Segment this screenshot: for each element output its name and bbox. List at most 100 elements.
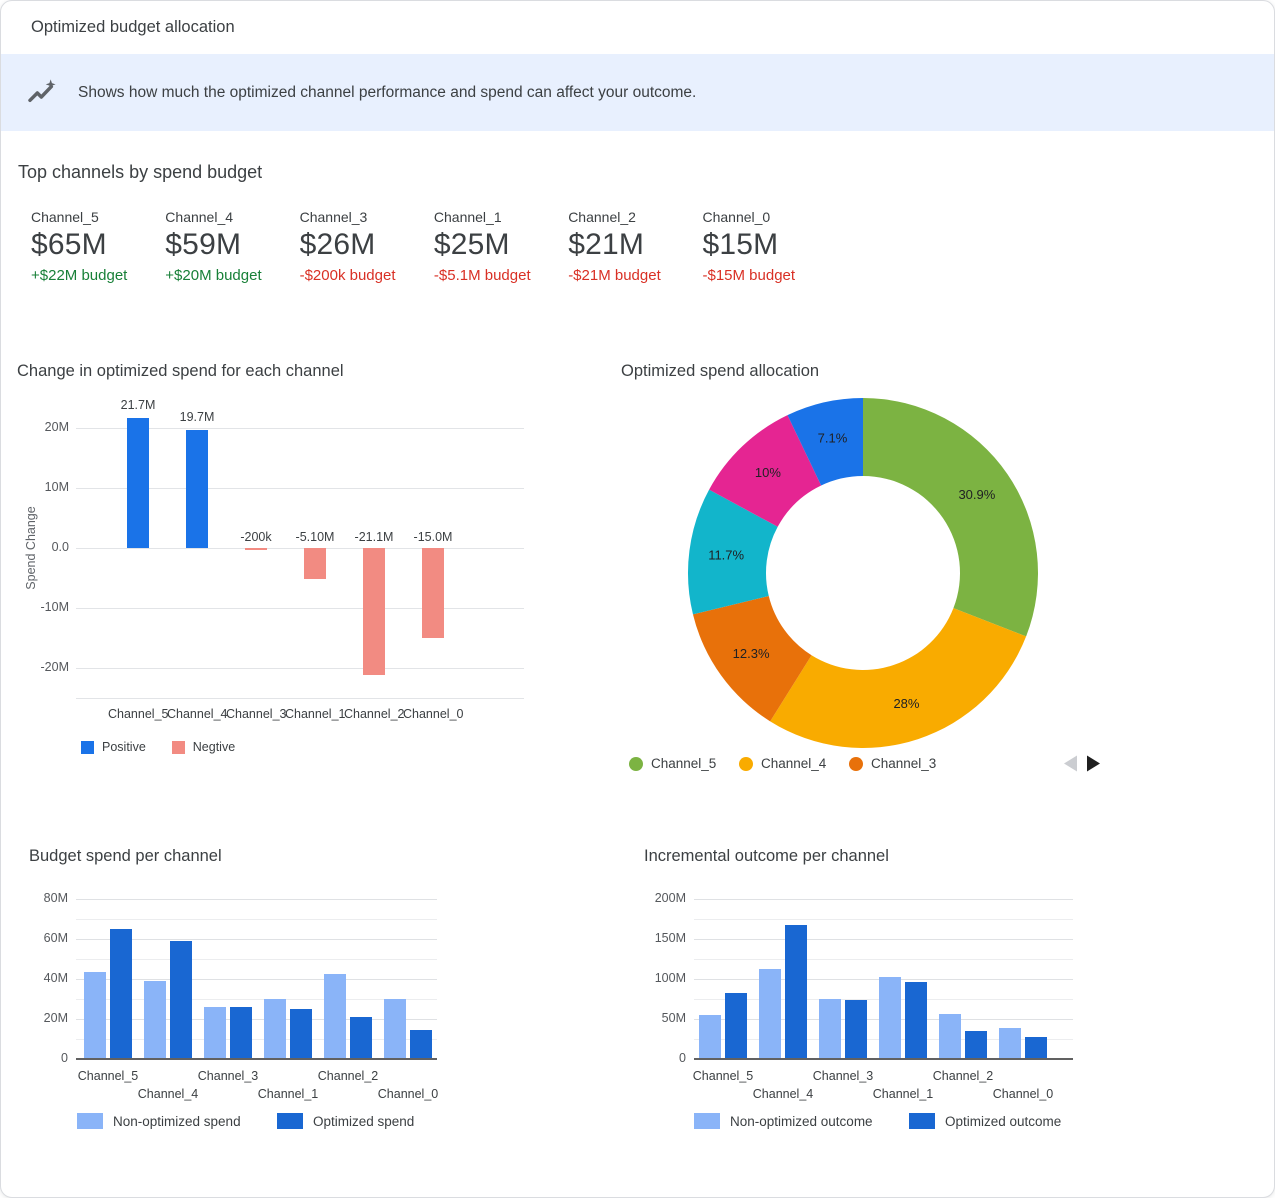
legend-item-channel_4: Channel_4 — [739, 756, 849, 771]
bar-Channel_5-optimized — [725, 993, 747, 1059]
legend-item-positive: Positive — [81, 740, 146, 754]
channel-value: $65M — [31, 228, 165, 262]
gridline — [694, 959, 1073, 960]
donut-slice-Channel_5 — [863, 398, 1038, 636]
bar-Channel_3 — [245, 548, 267, 550]
donut-legend-next-button[interactable] — [1084, 755, 1102, 772]
donut-legend: Channel_5 Channel_4 Channel_3 — [629, 756, 959, 771]
bar-value-label: 19.7M — [167, 410, 227, 424]
bar-Channel_4-non-optimized — [759, 969, 781, 1059]
bar-Channel_5-non-optimized — [84, 972, 106, 1059]
bar-Channel_3-non-optimized — [204, 1007, 226, 1059]
channel-card: Channel_1 $25M -$5.1M budget — [434, 209, 568, 284]
channel-budget-delta: -$15M budget — [702, 267, 836, 284]
legend-label: Optimized outcome — [945, 1114, 1061, 1129]
x-tick-label: Channel_3 — [226, 707, 286, 721]
legend-item-negtive: Negtive — [172, 740, 235, 754]
y-axis-title: Spend Change — [24, 488, 38, 608]
gridline — [76, 899, 437, 900]
legend-swatch — [694, 1113, 720, 1129]
bar-Channel_0-non-optimized — [384, 999, 406, 1059]
bar-Channel_1 — [304, 548, 326, 579]
gridline — [76, 698, 524, 699]
bar-Channel_3-optimized — [230, 1007, 252, 1059]
budget-spend-chart: Budget spend per channel 0 20M 40M 60M 80M Ch… — [17, 841, 562, 1141]
donut-slice-label: 7.1% — [818, 430, 848, 445]
chart-title: Budget spend per channel — [29, 847, 222, 866]
x-tick-label: Channel_2 — [344, 707, 404, 721]
gridline — [76, 548, 524, 549]
y-tick-label: 40M — [22, 971, 68, 985]
y-tick-label: 200M — [640, 891, 686, 905]
gridline — [76, 919, 437, 920]
x-tick-label: Channel_1 — [863, 1087, 943, 1101]
x-tick-label: Channel_5 — [68, 1069, 148, 1083]
y-tick-label: 0 — [22, 1051, 68, 1065]
y-tick-label: 150M — [640, 931, 686, 945]
insights-icon — [26, 77, 58, 109]
legend-swatch — [909, 1113, 935, 1129]
legend-label: Channel_3 — [871, 756, 936, 771]
x-tick-label: Channel_0 — [983, 1087, 1063, 1101]
bar-value-label: -200k — [226, 530, 286, 544]
bar-Channel_5 — [127, 418, 149, 548]
y-tick-label: 60M — [22, 931, 68, 945]
gridline — [694, 899, 1073, 900]
legend-label: Negtive — [193, 740, 235, 754]
bar-Channel_0-non-optimized — [999, 1028, 1021, 1059]
legend-dot — [629, 757, 643, 771]
top-channels-row: Channel_5$65M+$22M budgetChannel_4$59M+$… — [31, 209, 837, 284]
x-tick-label: Channel_1 — [248, 1087, 328, 1101]
legend-label: Channel_4 — [761, 756, 826, 771]
legend-item-non-optimized: Non-optimized outcome — [694, 1113, 873, 1129]
chart-title: Incremental outcome per channel — [644, 847, 889, 866]
y-tick-label: 20M — [21, 420, 69, 434]
y-tick-label: 50M — [640, 1011, 686, 1025]
legend-item-channel_5: Channel_5 — [629, 756, 739, 771]
channel-card: Channel_4$59M+$20M budget — [165, 209, 299, 284]
channel-name: Channel_1 — [434, 209, 568, 225]
channel-budget-delta: -$200k budget — [300, 267, 434, 284]
bar-Channel_3-non-optimized — [819, 999, 841, 1059]
channel-budget-delta: -$5.1M budget — [434, 267, 568, 284]
x-tick-label: Channel_4 — [167, 707, 227, 721]
y-tick-label: 20M — [22, 1011, 68, 1025]
donut-svg: 30.9%28%12.3%11.7%10%7.1% — [621, 359, 1169, 751]
bar-Channel_5-optimized — [110, 929, 132, 1059]
banner-text: Shows how much the optimized channel per… — [78, 84, 696, 102]
channel-name: Channel_4 — [165, 209, 299, 225]
channel-value: $59M — [165, 228, 299, 262]
x-tick-label: Channel_3 — [803, 1069, 883, 1083]
x-tick-label: Channel_3 — [188, 1069, 268, 1083]
channel-value: $26M — [300, 228, 434, 262]
x-axis-line — [694, 1058, 1073, 1060]
y-tick-label: -20M — [21, 660, 69, 674]
channel-name: Channel_2 — [568, 209, 702, 225]
legend-label: Positive — [102, 740, 146, 754]
legend-item-non-optimized: Non-optimized spend — [77, 1113, 241, 1129]
channel-name: Channel_0 — [702, 209, 836, 225]
x-tick-label: Channel_0 — [368, 1087, 448, 1101]
bar-Channel_2-non-optimized — [324, 974, 346, 1059]
y-tick-label: 100M — [640, 971, 686, 985]
legend-item-optimized: Optimized outcome — [909, 1113, 1061, 1129]
incremental-outcome-chart: Incremental outcome per channel 050M100M… — [621, 841, 1181, 1141]
gridline — [76, 608, 524, 609]
bar-Channel_1-non-optimized — [264, 999, 286, 1059]
bar-Channel_4-non-optimized — [144, 981, 166, 1059]
x-axis-line — [76, 1058, 437, 1060]
bar-Channel_0 — [422, 548, 444, 638]
top-channels-title: Top channels by spend budget — [18, 162, 262, 183]
legend-dot — [739, 757, 753, 771]
donut-slice-label: 12.3% — [733, 646, 770, 661]
channel-value: $25M — [434, 228, 568, 262]
donut-slice-label: 11.7% — [708, 547, 744, 562]
bar-Channel_2 — [363, 548, 385, 675]
legend-swatch — [172, 741, 185, 754]
gridline — [694, 939, 1073, 940]
bar-Channel_3-optimized — [845, 1000, 867, 1059]
bar-Channel_4 — [186, 430, 208, 548]
optimized-budget-allocation-panel: Optimized budget allocation Shows how mu… — [0, 0, 1275, 1198]
donut-legend-prev-button[interactable] — [1062, 755, 1080, 772]
y-tick-label: 80M — [22, 891, 68, 905]
